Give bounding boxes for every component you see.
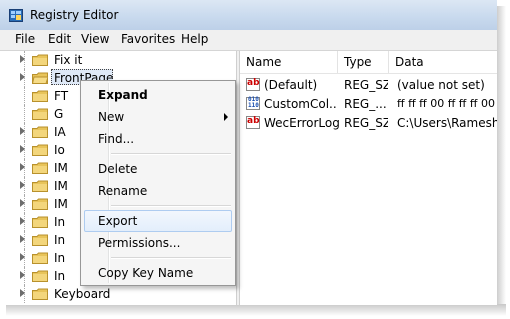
header-divider <box>240 73 497 74</box>
menu-item-label: Expand <box>98 88 148 102</box>
folder-icon <box>32 216 48 228</box>
value-data: (value not set) <box>397 78 485 92</box>
registry-editor-icon <box>9 9 23 22</box>
tree-item-label: In <box>54 215 66 229</box>
folder-icon <box>32 180 48 192</box>
context-menu-copy-key-name[interactable]: Copy Key Name <box>84 262 232 284</box>
menu-item-label: Export <box>98 214 138 228</box>
menu-edit[interactable]: Edit <box>48 32 71 46</box>
tree-item-label: FT <box>54 89 69 103</box>
value-type: REG_SZ <box>344 116 388 130</box>
menu-item-label: Find... <box>98 132 135 146</box>
menu-help[interactable]: Help <box>181 32 208 46</box>
value-row[interactable]: ab WecErrorLog REG_SZ C:\Users\Ramesh\ <box>240 114 497 133</box>
menu-item-label: Delete <box>98 162 138 176</box>
value-row[interactable]: 010 110 CustomCol... REG_... ff ff ff 00 … <box>240 95 497 114</box>
context-menu-rename[interactable]: Rename <box>84 180 232 202</box>
string-value-icon: ab <box>246 78 260 91</box>
expand-arrow-icon[interactable] <box>20 289 25 297</box>
column-header-type[interactable]: Type <box>338 51 389 73</box>
menu-view[interactable]: View <box>81 32 109 46</box>
folder-icon <box>32 234 48 246</box>
tree-item-label: Io <box>54 143 65 157</box>
expand-arrow-icon[interactable] <box>20 199 25 207</box>
menu-favorites[interactable]: Favorites <box>121 32 175 46</box>
context-menu-find[interactable]: Find... <box>84 128 232 150</box>
menu-item-label: New <box>98 110 125 124</box>
window-shadow-right <box>496 6 506 310</box>
expand-arrow-icon[interactable] <box>20 217 25 225</box>
expand-arrow-icon[interactable] <box>20 55 25 63</box>
tree-item-label: Fix it <box>54 53 83 67</box>
tree-item-label: In <box>54 233 66 247</box>
menu-item-label: Copy Key Name <box>98 266 194 280</box>
value-name: WecErrorLog <box>264 116 340 130</box>
folder-icon <box>32 90 48 102</box>
expand-arrow-icon[interactable] <box>20 235 25 243</box>
folder-icon <box>32 108 48 120</box>
values-list[interactable]: Name Type Data ab (Default) REG_SZ (valu… <box>240 51 497 305</box>
context-menu-delete[interactable]: Delete <box>84 158 232 180</box>
expand-arrow-icon[interactable] <box>20 271 25 279</box>
window-shadow-bottom <box>6 304 506 316</box>
title-bar[interactable]: Registry Editor <box>0 0 497 30</box>
folder-icon <box>32 252 48 264</box>
menu-file[interactable]: File <box>15 32 35 46</box>
value-type: REG_SZ <box>344 78 388 92</box>
context-menu-expand[interactable]: Expand <box>84 84 232 106</box>
tree-item-label: In <box>54 251 66 265</box>
open-folder-icon <box>32 72 48 84</box>
folder-icon <box>32 270 48 282</box>
tree-item-label: In <box>54 269 66 283</box>
registry-editor-window: Registry Editor File Edit View Favorites… <box>0 0 497 305</box>
string-value-icon: ab <box>246 116 260 129</box>
expand-arrow-icon[interactable] <box>20 127 25 135</box>
tree-item-label: IM <box>54 161 68 175</box>
menu-item-label: Permissions... <box>98 236 181 250</box>
folder-icon <box>32 126 48 138</box>
value-row[interactable]: ab (Default) REG_SZ (value not set) <box>240 76 497 95</box>
submenu-arrow-icon <box>224 113 228 121</box>
expand-arrow-icon[interactable] <box>20 253 25 261</box>
folder-icon <box>32 54 48 66</box>
context-menu-export[interactable]: Export <box>84 210 232 232</box>
value-name: (Default) <box>264 78 318 92</box>
expand-arrow-icon[interactable] <box>20 73 25 81</box>
value-data: C:\Users\Ramesh\ <box>397 116 497 130</box>
window-title: Registry Editor <box>30 8 119 22</box>
context-menu-permissions[interactable]: Permissions... <box>84 232 232 254</box>
menu-separator <box>111 153 231 155</box>
menu-separator <box>111 205 231 207</box>
column-header-name[interactable]: Name <box>240 51 338 73</box>
expand-arrow-icon[interactable] <box>20 163 25 171</box>
context-menu: Expand New Find... Delete Rename Export … <box>80 80 236 286</box>
menu-bar: File Edit View Favorites Help <box>0 30 497 51</box>
tree-item[interactable]: Fix it <box>0 51 236 69</box>
tree-item-label: G <box>54 107 64 121</box>
value-data: ff ff ff 00 ff ff ff 00 <box>397 97 495 110</box>
column-header-data[interactable]: Data <box>389 51 497 73</box>
menu-item-label: Rename <box>98 184 148 198</box>
context-menu-new[interactable]: New <box>84 106 232 128</box>
folder-icon <box>32 144 48 156</box>
folder-icon <box>32 288 48 300</box>
tree-item-label: IM <box>54 179 68 193</box>
value-name: CustomCol... <box>264 97 336 111</box>
expand-arrow-icon[interactable] <box>20 181 25 189</box>
tree-item-label: IM <box>54 197 68 211</box>
menu-separator <box>111 257 231 259</box>
tree-item-label: Keyboard <box>54 287 111 301</box>
folder-icon <box>32 162 48 174</box>
folder-icon <box>32 198 48 210</box>
value-type: REG_... <box>344 97 387 111</box>
tree-item-label: IA <box>54 125 66 139</box>
tree-item[interactable]: Keyboard <box>0 285 236 303</box>
expand-arrow-icon[interactable] <box>20 145 25 153</box>
binary-value-icon: 010 110 <box>246 96 260 110</box>
